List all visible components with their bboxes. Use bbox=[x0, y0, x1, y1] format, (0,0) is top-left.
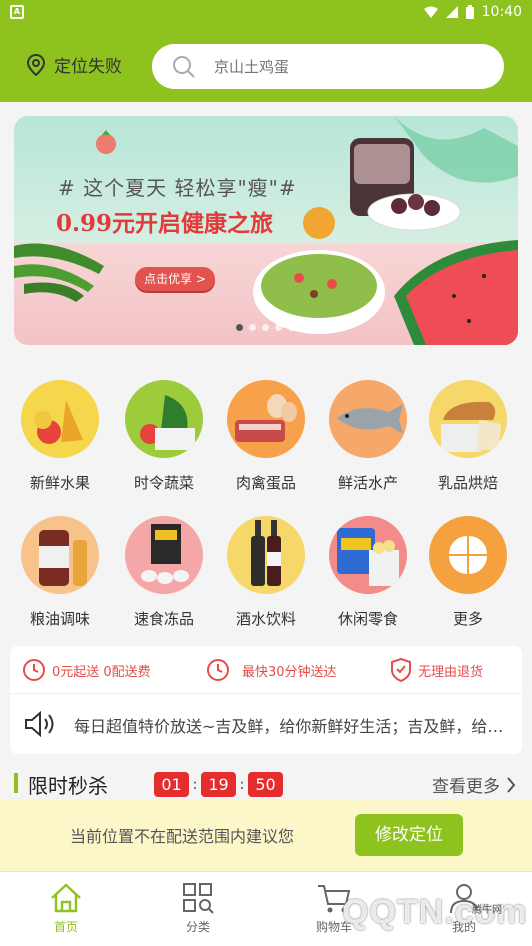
service-panel: 0元起送 0配送费 最快30分钟送达 无理由退货 每日超值特价放送~吉及鲜，给你… bbox=[10, 646, 522, 754]
status-bar: A 10:40 bbox=[0, 0, 532, 26]
category-label: 速食冻品 bbox=[133, 610, 194, 628]
vegetable-icon bbox=[125, 380, 203, 458]
countdown-hours: 01 bbox=[154, 772, 189, 797]
category-grid-icon bbox=[183, 883, 214, 914]
watermark-small-text: 腾牛网 bbox=[472, 905, 502, 916]
speaker-icon bbox=[25, 711, 54, 737]
category-item-more[interactable]: 更多 bbox=[418, 516, 518, 629]
view-more-link[interactable]: 查看更多 bbox=[432, 772, 516, 797]
banner-dot[interactable] bbox=[288, 324, 295, 331]
meat-egg-icon bbox=[227, 380, 305, 458]
category-label: 肉禽蛋品 bbox=[235, 474, 296, 492]
fruit-icon bbox=[21, 380, 99, 458]
home-icon bbox=[51, 883, 81, 913]
shield-icon bbox=[391, 658, 411, 682]
category-label: 时令蔬菜 bbox=[133, 474, 194, 492]
location-selector[interactable]: 定位失败 bbox=[26, 52, 122, 77]
location-label: 定位失败 bbox=[54, 57, 122, 77]
status-icons: 10:40 bbox=[423, 4, 522, 20]
banner-dot[interactable] bbox=[262, 324, 269, 331]
category-label: 鲜活水产 bbox=[337, 474, 398, 492]
banner-cta-button[interactable]: 点击优享 > bbox=[135, 267, 215, 291]
grain-oil-icon bbox=[21, 516, 99, 594]
change-location-button[interactable]: 修改定位 bbox=[355, 814, 463, 856]
tab-home[interactable]: 首页 bbox=[26, 878, 106, 935]
location-warning-banner: 当前位置不在配送范围内建议您 修改定位 bbox=[0, 799, 532, 871]
category-item-seafood[interactable]: 鲜活水产 bbox=[318, 380, 418, 493]
banner-subtitle: 0.99元开启健康之旅 bbox=[56, 210, 274, 237]
category-item-meat[interactable]: 肉禽蛋品 bbox=[216, 380, 316, 493]
banner-pagination bbox=[236, 324, 295, 331]
banner-title: # 这个夏天 轻松享"瘦"# bbox=[58, 176, 297, 200]
category-label: 休闲零食 bbox=[337, 610, 398, 628]
category-item-grain-oil[interactable]: 粮油调味 bbox=[10, 516, 110, 629]
category-grid: 新鲜水果 时令蔬菜 肉禽蛋品 鲜活水产 乳品烘焙 粮油调味 速食冻品 酒水饮料 … bbox=[0, 378, 532, 634]
battery-icon bbox=[465, 5, 474, 19]
wifi-icon bbox=[423, 6, 438, 18]
service-guarantees: 0元起送 0配送费 最快30分钟送达 无理由退货 bbox=[10, 646, 522, 694]
clock-icon bbox=[23, 659, 45, 681]
header: 定位失败 bbox=[0, 26, 532, 102]
category-item-dairy[interactable]: 乳品烘焙 bbox=[418, 380, 518, 493]
seafood-icon bbox=[329, 380, 407, 458]
clock-time: 10:40 bbox=[481, 4, 522, 20]
search-icon bbox=[173, 56, 195, 78]
service-fast-delivery: 最快30分钟送达 bbox=[206, 658, 337, 682]
service-label: 0元起送 0配送费 bbox=[52, 664, 151, 680]
signal-icon bbox=[445, 6, 458, 18]
clock-icon bbox=[207, 659, 229, 681]
location-warning-text: 当前位置不在配送范围内建议您 bbox=[70, 827, 295, 846]
banner-dot[interactable] bbox=[249, 324, 256, 331]
countdown-minutes: 19 bbox=[201, 772, 236, 797]
category-item-frozen[interactable]: 速食冻品 bbox=[114, 516, 214, 629]
category-item-fruit[interactable]: 新鲜水果 bbox=[10, 380, 110, 493]
location-pin-icon bbox=[26, 53, 46, 76]
notice-bar[interactable]: 每日超值特价放送~吉及鲜，给你新鲜好生活；吉及鲜，给你新鲜好生活 bbox=[10, 695, 522, 754]
dairy-bakery-icon bbox=[429, 380, 507, 458]
category-label: 新鲜水果 bbox=[29, 474, 90, 492]
countdown-timer: 01 : 19 : 50 bbox=[154, 772, 283, 797]
search-bar[interactable] bbox=[152, 44, 504, 89]
chevron-right-icon bbox=[507, 776, 516, 793]
tab-label: 首页 bbox=[53, 920, 78, 934]
tab-label: 分类 bbox=[185, 920, 210, 934]
tab-category[interactable]: 分类 bbox=[158, 878, 238, 935]
category-label: 粮油调味 bbox=[29, 610, 90, 628]
category-item-vegetable[interactable]: 时令蔬菜 bbox=[114, 380, 214, 493]
countdown-seconds: 50 bbox=[248, 772, 283, 797]
banner-dot[interactable] bbox=[236, 324, 243, 331]
search-input[interactable] bbox=[214, 44, 484, 89]
service-label: 最快30分钟送达 bbox=[242, 664, 337, 680]
frozen-food-icon bbox=[125, 516, 203, 594]
service-label: 无理由退货 bbox=[418, 664, 484, 680]
category-item-drinks[interactable]: 酒水饮料 bbox=[216, 516, 316, 629]
service-return: 无理由退货 bbox=[390, 658, 483, 682]
category-item-snacks[interactable]: 休闲零食 bbox=[318, 516, 418, 629]
app-notification-icon: A bbox=[10, 5, 24, 19]
category-label: 乳品烘焙 bbox=[437, 474, 498, 492]
category-label: 酒水饮料 bbox=[235, 610, 296, 628]
banner-dot[interactable] bbox=[275, 324, 282, 331]
notice-text: 每日超值特价放送~吉及鲜，给你新鲜好生活；吉及鲜，给你新鲜好生活 bbox=[74, 717, 514, 736]
category-label: 更多 bbox=[452, 610, 483, 628]
promo-banner[interactable]: # 这个夏天 轻松享"瘦"# 0.99元开启健康之旅 点击优享 > bbox=[14, 116, 518, 345]
more-icon bbox=[429, 516, 507, 594]
drinks-icon bbox=[227, 516, 305, 594]
section-accent-bar bbox=[14, 773, 18, 793]
snacks-icon bbox=[329, 516, 407, 594]
flash-sale-title: 限时秒杀 bbox=[28, 774, 108, 798]
service-free-delivery: 0元起送 0配送费 bbox=[22, 658, 151, 682]
view-more-label: 查看更多 bbox=[432, 777, 500, 797]
